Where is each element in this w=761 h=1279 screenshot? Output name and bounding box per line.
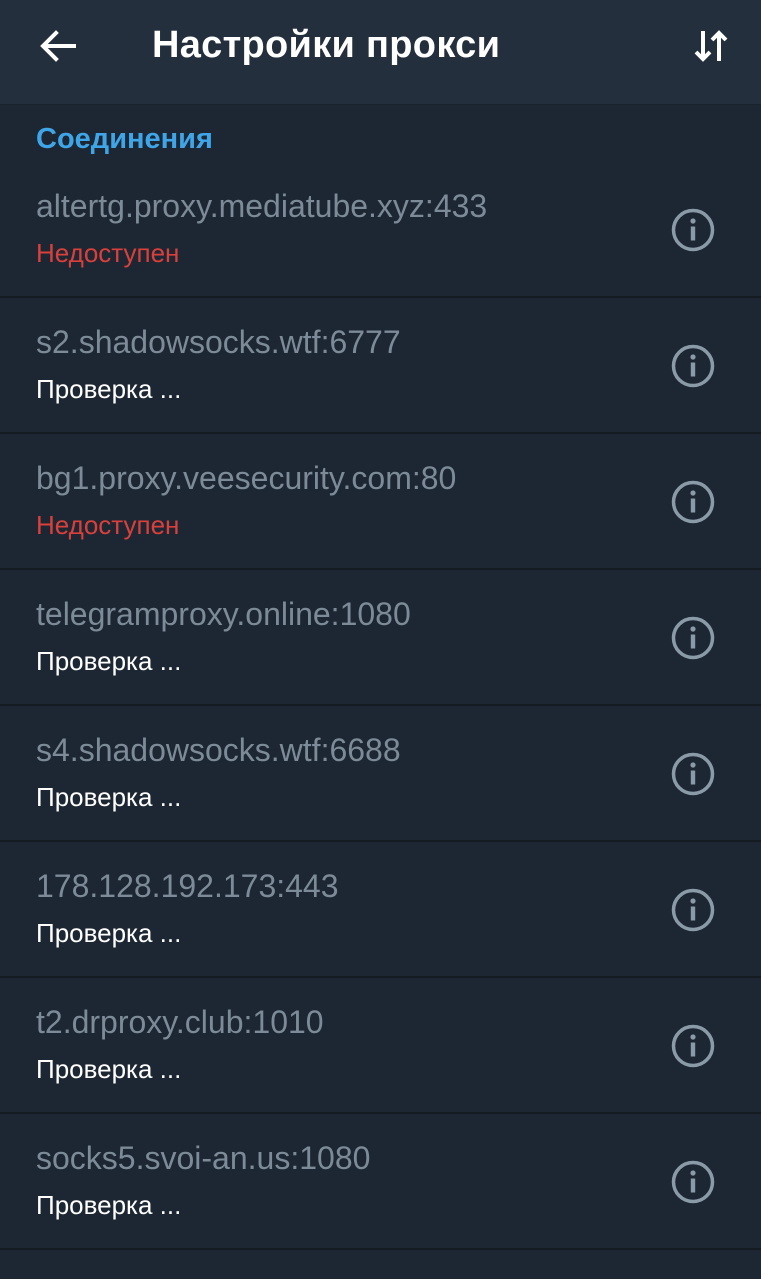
proxy-host: bg1.proxy.veesecurity.com:80	[36, 460, 457, 496]
proxy-row[interactable]: 178.128.192.173:443 Проверка ...	[0, 842, 761, 978]
proxy-info-button[interactable]	[669, 1022, 717, 1070]
proxy-row[interactable]: s2.shadowsocks.wtf:6777 Проверка ...	[0, 298, 761, 434]
proxy-status: Проверка ...	[36, 1054, 182, 1084]
proxy-info-button[interactable]	[669, 614, 717, 662]
info-icon	[671, 480, 715, 524]
app-bar: Настройки прокси	[0, 0, 761, 105]
proxy-info-button[interactable]	[669, 886, 717, 934]
info-icon	[671, 888, 715, 932]
info-icon	[671, 1160, 715, 1204]
proxy-status: Недоступен	[36, 238, 180, 268]
proxy-host: altertg.proxy.mediatube.xyz:433	[36, 188, 488, 224]
proxy-info-button[interactable]	[669, 478, 717, 526]
proxy-status: Проверка ...	[36, 782, 182, 812]
proxy-host: t2.drproxy.club:1010	[36, 1004, 324, 1040]
back-button[interactable]	[22, 16, 94, 76]
proxy-row[interactable]: s4.shadowsocks.wtf:6688 Проверка ...	[0, 706, 761, 842]
proxy-status: Проверка ...	[36, 374, 182, 404]
proxy-info-button[interactable]	[669, 206, 717, 254]
page-title: Настройки прокси	[152, 24, 501, 66]
proxy-row[interactable]: t2.drproxy.club:1010 Проверка ...	[0, 978, 761, 1114]
sort-icon	[694, 30, 728, 62]
proxy-info-button[interactable]	[669, 342, 717, 390]
proxy-row[interactable]: telegramproxy.online:1080 Проверка ...	[0, 570, 761, 706]
info-icon	[671, 752, 715, 796]
proxy-host: s2.shadowsocks.wtf:6777	[36, 324, 401, 360]
proxy-row[interactable]: bg1.proxy.veesecurity.com:80 Недоступен	[0, 434, 761, 570]
info-icon	[671, 616, 715, 660]
info-icon	[671, 344, 715, 388]
info-icon	[671, 1024, 715, 1068]
proxy-status: Проверка ...	[36, 646, 182, 676]
proxy-status: Проверка ...	[36, 918, 182, 948]
section-header-connections: Соединения	[36, 123, 213, 155]
proxy-host: s4.shadowsocks.wtf:6688	[36, 732, 401, 768]
proxy-host: socks5.svoi-an.us:1080	[36, 1140, 371, 1176]
proxy-row[interactable]: socks5.svoi-an.us:1080 Проверка ...	[0, 1114, 761, 1250]
proxy-status: Недоступен	[36, 510, 180, 540]
proxy-info-button[interactable]	[669, 750, 717, 798]
proxy-list: altertg.proxy.mediatube.xyz:433 Недоступе…	[0, 162, 761, 1250]
proxy-info-button[interactable]	[669, 1158, 717, 1206]
sort-button[interactable]	[679, 16, 743, 76]
proxy-row[interactable]: altertg.proxy.mediatube.xyz:433 Недоступе…	[0, 162, 761, 298]
proxy-status: Проверка ...	[36, 1190, 182, 1220]
proxy-host: 178.128.192.173:443	[36, 868, 339, 904]
proxy-host: telegramproxy.online:1080	[36, 596, 411, 632]
arrow-left-icon	[40, 30, 76, 62]
info-icon	[671, 208, 715, 252]
